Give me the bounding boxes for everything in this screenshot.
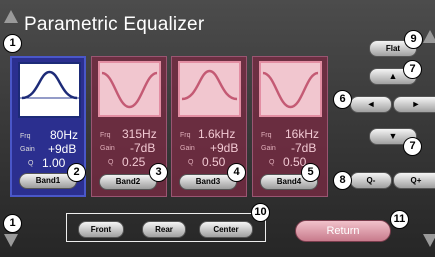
band-frequency-value: 80Hz — [50, 128, 79, 142]
return-button[interactable]: Return — [295, 220, 391, 242]
band-frequency-value: 315Hz — [122, 127, 157, 141]
left-arrow-button[interactable]: ◄ — [350, 96, 392, 113]
frq-label: Frq — [261, 132, 272, 139]
q-label: Q — [188, 159, 194, 166]
callout-11: 11 — [390, 210, 409, 229]
q-plus-button[interactable]: Q+ — [393, 172, 435, 189]
callout-8: 8 — [333, 171, 352, 190]
scroll-up-right-icon[interactable] — [423, 30, 435, 43]
page-title: Parametric Equalizer — [24, 14, 205, 35]
callout-7-bottom: 7 — [403, 137, 422, 156]
frq-label: Frq — [180, 132, 191, 139]
callout-3: 3 — [149, 163, 168, 182]
callout-1-top: 1 — [3, 34, 22, 53]
callout-1-bottom: 1 — [3, 214, 22, 233]
band-q-value: 0.50 — [202, 155, 226, 169]
band2-button[interactable]: Band2 — [99, 174, 157, 190]
speaker-front-button[interactable]: Front — [78, 221, 124, 238]
eq-curve-dip-icon — [98, 61, 161, 117]
callout-6: 6 — [333, 90, 352, 109]
callout-4: 4 — [227, 163, 246, 182]
gain-label: Gain — [100, 145, 115, 152]
band-q-value: 1.00 — [42, 156, 66, 170]
q-label: Q — [28, 160, 34, 167]
eq-curve-peak-icon — [178, 61, 241, 117]
band-gain-value: +9dB — [48, 142, 77, 156]
scroll-down-right-icon[interactable] — [423, 234, 435, 247]
q-label: Q — [108, 159, 114, 166]
eq-curve-dip-icon — [259, 61, 322, 117]
scroll-down-left-icon[interactable] — [4, 234, 18, 247]
right-arrow-button[interactable]: ► — [393, 96, 435, 113]
band-q-value: 0.25 — [122, 155, 146, 169]
scroll-up-left-icon[interactable] — [4, 10, 18, 23]
callout-10: 10 — [251, 203, 270, 222]
q-minus-button[interactable]: Q- — [350, 172, 392, 189]
callout-9: 9 — [404, 30, 423, 49]
equalizer-screen: Parametric Equalizer Frq 80Hz Gain +9dB … — [0, 0, 435, 257]
band-gain-value: -7dB — [291, 141, 317, 155]
callout-7-top: 7 — [403, 60, 422, 79]
band-gain-value: -7dB — [130, 141, 156, 155]
callout-5: 5 — [301, 163, 320, 182]
band-frequency-value: 16kHz — [285, 127, 320, 141]
callout-2: 2 — [67, 163, 86, 182]
frq-label: Frq — [100, 132, 111, 139]
band-gain-value: +9dB — [210, 141, 239, 155]
eq-curve-peak-icon — [18, 62, 81, 118]
speaker-rear-button[interactable]: Rear — [142, 221, 186, 238]
gain-label: Gain — [180, 145, 195, 152]
gain-label: Gain — [261, 145, 276, 152]
speaker-center-button[interactable]: Center — [199, 221, 253, 238]
q-label: Q — [269, 159, 275, 166]
band-frequency-value: 1.6kHz — [198, 127, 236, 141]
frq-label: Frq — [20, 133, 31, 140]
gain-label: Gain — [20, 146, 35, 153]
